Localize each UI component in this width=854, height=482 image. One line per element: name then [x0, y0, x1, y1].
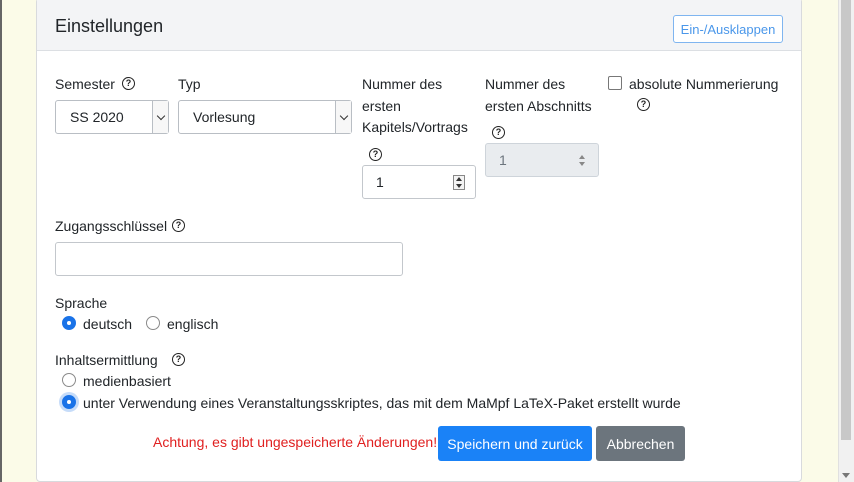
- language-option-deutsch: deutsch: [83, 316, 133, 332]
- spinner-icon: [576, 153, 588, 168]
- unsaved-changes-warning: Achtung, es gibt ungespeicherte Änderung…: [153, 434, 438, 450]
- chevron-down-icon: [152, 101, 168, 133]
- language-option-englisch: englisch: [167, 316, 219, 332]
- card-header: Einstellungen Ein-/Ausklappen: [37, 0, 801, 51]
- typ-label: Typ: [178, 76, 201, 92]
- access-key-input[interactable]: [55, 242, 403, 276]
- section-start-value: 1: [499, 152, 507, 168]
- spinner-icon[interactable]: [453, 175, 465, 190]
- section-start-label-2: ersten Abschnitts: [485, 98, 592, 114]
- vertical-scrollbar[interactable]: [838, 0, 854, 482]
- absolute-numbering-checkbox[interactable]: [608, 76, 622, 90]
- chevron-down-icon: [335, 101, 351, 133]
- language-label: Sprache: [55, 295, 108, 311]
- semester-select[interactable]: SS 2020: [55, 100, 169, 134]
- window-edge: [0, 0, 2, 482]
- language-radio-deutsch[interactable]: [62, 316, 76, 330]
- cancel-button[interactable]: Abbrechen: [596, 426, 685, 461]
- content-detection-label: Inhaltsermittlung: [55, 352, 158, 368]
- section-start-input: 1: [485, 143, 599, 177]
- chapter-start-label-3: Kapitels/Vortrags: [362, 119, 468, 135]
- scroll-down-icon[interactable]: [842, 473, 850, 478]
- language-radio-englisch[interactable]: [146, 316, 160, 330]
- absolute-numbering-help-icon[interactable]: ?: [637, 98, 650, 111]
- scrollbar-thumb[interactable]: [841, 0, 851, 440]
- content-option-media: medienbasiert: [83, 373, 171, 389]
- chapter-start-help-icon[interactable]: ?: [369, 148, 382, 161]
- chapter-start-input[interactable]: 1: [362, 165, 476, 199]
- semester-help-icon[interactable]: ?: [122, 77, 135, 90]
- access-key-label: Zugangsschlüssel: [55, 218, 168, 234]
- chapter-start-label-1: Nummer des: [362, 76, 443, 92]
- section-start-label-1: Nummer des: [485, 76, 566, 92]
- absolute-numbering-label: absolute Nummerierung: [629, 76, 779, 92]
- section-start-help-icon[interactable]: ?: [492, 126, 505, 139]
- chapter-start-value: 1: [376, 174, 384, 190]
- content-option-script: unter Verwendung eines Veranstaltungsskr…: [83, 395, 681, 411]
- collapse-toggle-button[interactable]: Ein-/Ausklappen: [673, 15, 783, 43]
- typ-select-value: Vorlesung: [193, 109, 256, 125]
- semester-select-value: SS 2020: [70, 109, 124, 125]
- save-and-back-button[interactable]: Speichern und zurück: [438, 426, 592, 461]
- content-detection-help-icon[interactable]: ?: [172, 353, 185, 366]
- typ-select[interactable]: Vorlesung: [178, 100, 352, 134]
- chapter-start-label-2: ersten: [362, 98, 401, 114]
- content-radio-media[interactable]: [62, 373, 76, 387]
- semester-label: Semester: [55, 76, 115, 92]
- access-key-help-icon[interactable]: ?: [172, 219, 185, 232]
- content-radio-script[interactable]: [62, 395, 76, 409]
- card-title: Einstellungen: [55, 16, 164, 36]
